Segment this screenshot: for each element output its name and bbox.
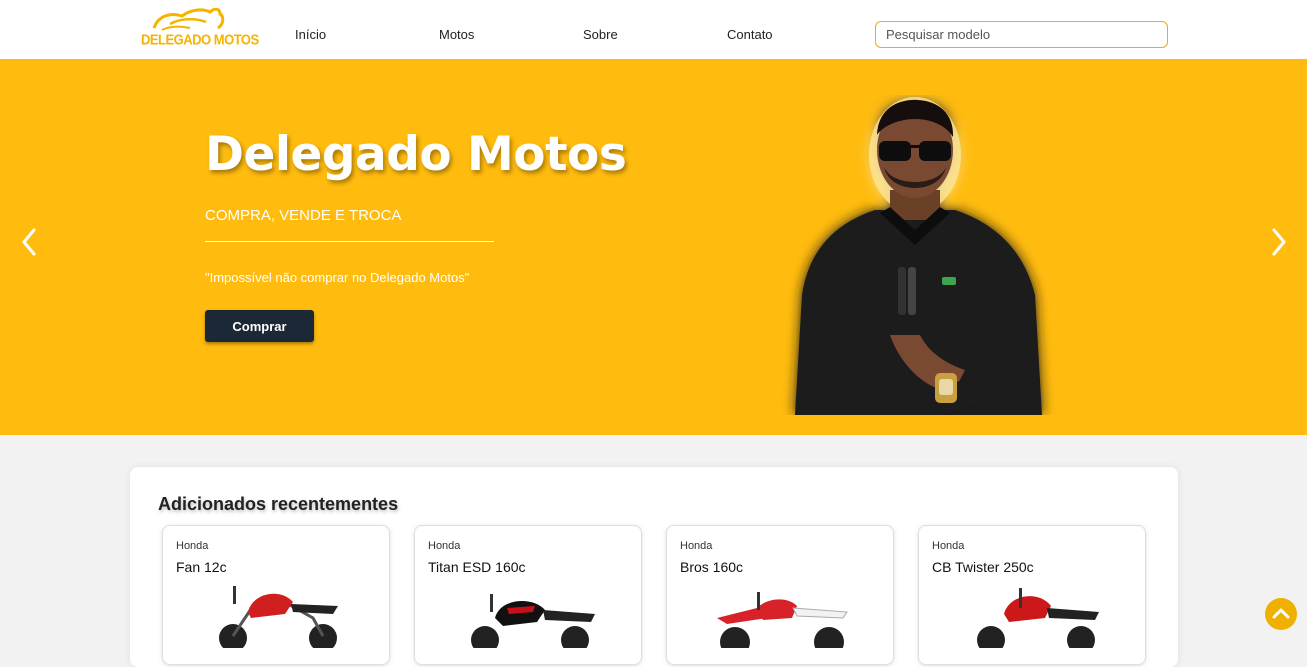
hero-title: Delegado Motos xyxy=(205,127,627,182)
search-input[interactable] xyxy=(875,21,1168,48)
card-model: Titan ESD 160c xyxy=(428,559,526,575)
hero-carousel: Delegado Motos COMPRA, VENDE E TROCA "Im… xyxy=(0,59,1307,435)
nav-item-inicio[interactable]: Início xyxy=(295,27,326,42)
bike-card[interactable]: Honda Fan 12c xyxy=(162,525,390,665)
owner-photo xyxy=(795,97,1042,415)
chevron-left-icon xyxy=(22,228,36,256)
logo-text: DELEGADO MOTOS xyxy=(141,30,259,49)
card-model: CB Twister 250c xyxy=(932,559,1034,575)
scroll-top-button[interactable] xyxy=(1265,598,1297,630)
card-brand: Honda xyxy=(932,540,965,552)
bike-card[interactable]: Honda CB Twister 250c xyxy=(918,525,1146,665)
card-brand: Honda xyxy=(428,540,461,552)
card-brand: Honda xyxy=(176,540,209,552)
card-brand: Honda xyxy=(680,540,713,552)
nav-item-motos[interactable]: Motos xyxy=(439,27,474,42)
chevron-right-icon xyxy=(1272,228,1286,256)
chevron-up-icon xyxy=(1272,608,1290,619)
motorcycle-image xyxy=(717,592,848,648)
brand-logo[interactable]: DELEGADO MOTOS xyxy=(140,6,259,48)
card-model: Fan 12c xyxy=(176,559,227,575)
recent-section: Adicionados recentementes Honda Fan 12c … xyxy=(130,467,1178,667)
section-title: Adicionados recentementes xyxy=(158,494,399,514)
motorcycle-image xyxy=(977,588,1099,648)
hero-quote: "Impossível não comprar no Delegado Moto… xyxy=(205,270,470,285)
nav-item-contato[interactable]: Contato xyxy=(727,27,773,42)
motorcycle-image xyxy=(471,594,595,648)
bike-card[interactable]: Honda Bros 160c xyxy=(666,525,894,665)
carousel-prev-button[interactable] xyxy=(17,224,41,260)
carousel-next-button[interactable] xyxy=(1267,224,1291,260)
top-navbar: DELEGADO MOTOS Início Motos Sobre Contat… xyxy=(0,0,1307,59)
motorcycle-image xyxy=(219,586,338,648)
card-model: Bros 160c xyxy=(680,559,744,575)
buy-button[interactable]: Comprar xyxy=(205,310,314,342)
hero-subtitle: COMPRA, VENDE E TROCA xyxy=(205,207,402,224)
bike-card[interactable]: Honda Titan ESD 160c xyxy=(414,525,642,665)
hero-divider xyxy=(205,241,494,242)
nav-item-sobre[interactable]: Sobre xyxy=(583,27,618,42)
